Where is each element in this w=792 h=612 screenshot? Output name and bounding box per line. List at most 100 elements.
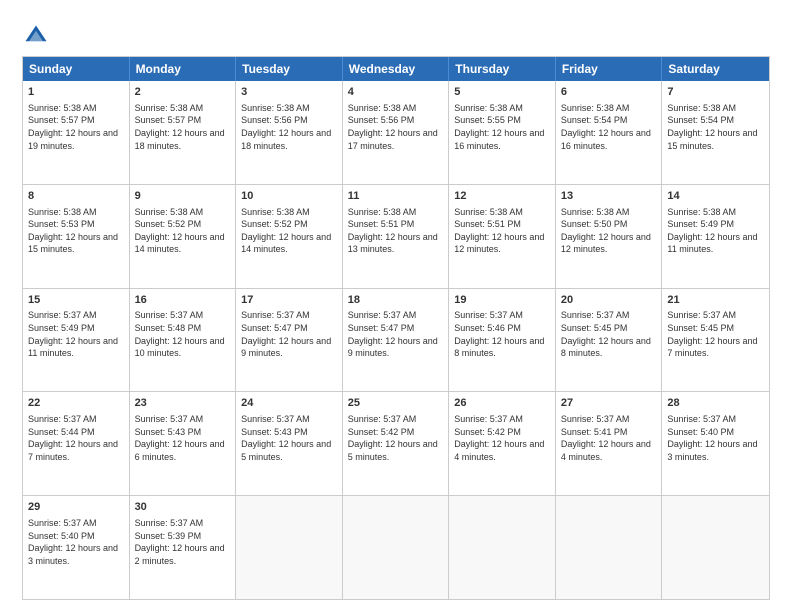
- day-number: 1: [28, 85, 124, 100]
- day-details: Sunrise: 5:37 AMSunset: 5:47 PMDaylight:…: [348, 310, 438, 358]
- day-details: Sunrise: 5:38 AMSunset: 5:49 PMDaylight:…: [667, 207, 757, 255]
- day-details: Sunrise: 5:37 AMSunset: 5:43 PMDaylight:…: [241, 414, 331, 462]
- calendar-cell-day-27: 27 Sunrise: 5:37 AMSunset: 5:41 PMDaylig…: [556, 392, 663, 495]
- day-number: 16: [135, 293, 231, 308]
- day-details: Sunrise: 5:38 AMSunset: 5:57 PMDaylight:…: [135, 103, 225, 151]
- calendar-cell-day-8: 8 Sunrise: 5:38 AMSunset: 5:53 PMDayligh…: [23, 185, 130, 288]
- logo: [22, 22, 54, 50]
- day-number: 18: [348, 293, 444, 308]
- calendar-cell-day-3: 3 Sunrise: 5:38 AMSunset: 5:56 PMDayligh…: [236, 81, 343, 184]
- calendar-header-monday: Monday: [130, 57, 237, 81]
- calendar-cell-day-24: 24 Sunrise: 5:37 AMSunset: 5:43 PMDaylig…: [236, 392, 343, 495]
- calendar-header: SundayMondayTuesdayWednesdayThursdayFrid…: [23, 57, 769, 81]
- day-number: 8: [28, 189, 124, 204]
- day-details: Sunrise: 5:38 AMSunset: 5:52 PMDaylight:…: [135, 207, 225, 255]
- day-details: Sunrise: 5:37 AMSunset: 5:45 PMDaylight:…: [561, 310, 651, 358]
- day-number: 14: [667, 189, 764, 204]
- calendar-cell-day-23: 23 Sunrise: 5:37 AMSunset: 5:43 PMDaylig…: [130, 392, 237, 495]
- day-number: 25: [348, 396, 444, 411]
- calendar-cell-day-13: 13 Sunrise: 5:38 AMSunset: 5:50 PMDaylig…: [556, 185, 663, 288]
- day-details: Sunrise: 5:37 AMSunset: 5:48 PMDaylight:…: [135, 310, 225, 358]
- day-details: Sunrise: 5:38 AMSunset: 5:54 PMDaylight:…: [667, 103, 757, 151]
- day-details: Sunrise: 5:38 AMSunset: 5:56 PMDaylight:…: [348, 103, 438, 151]
- day-details: Sunrise: 5:37 AMSunset: 5:43 PMDaylight:…: [135, 414, 225, 462]
- calendar: SundayMondayTuesdayWednesdayThursdayFrid…: [22, 56, 770, 600]
- calendar-cell-day-25: 25 Sunrise: 5:37 AMSunset: 5:42 PMDaylig…: [343, 392, 450, 495]
- day-details: Sunrise: 5:37 AMSunset: 5:42 PMDaylight:…: [454, 414, 544, 462]
- calendar-cell-day-10: 10 Sunrise: 5:38 AMSunset: 5:52 PMDaylig…: [236, 185, 343, 288]
- day-number: 23: [135, 396, 231, 411]
- calendar-cell-day-7: 7 Sunrise: 5:38 AMSunset: 5:54 PMDayligh…: [662, 81, 769, 184]
- day-number: 24: [241, 396, 337, 411]
- calendar-cell-day-19: 19 Sunrise: 5:37 AMSunset: 5:46 PMDaylig…: [449, 289, 556, 392]
- calendar-cell-day-1: 1 Sunrise: 5:38 AMSunset: 5:57 PMDayligh…: [23, 81, 130, 184]
- day-details: Sunrise: 5:37 AMSunset: 5:41 PMDaylight:…: [561, 414, 651, 462]
- calendar-cell-day-21: 21 Sunrise: 5:37 AMSunset: 5:45 PMDaylig…: [662, 289, 769, 392]
- day-number: 13: [561, 189, 657, 204]
- calendar-cell-day-30: 30 Sunrise: 5:37 AMSunset: 5:39 PMDaylig…: [130, 496, 237, 599]
- day-details: Sunrise: 5:37 AMSunset: 5:45 PMDaylight:…: [667, 310, 757, 358]
- calendar-cell-day-16: 16 Sunrise: 5:37 AMSunset: 5:48 PMDaylig…: [130, 289, 237, 392]
- calendar-header-thursday: Thursday: [449, 57, 556, 81]
- day-number: 4: [348, 85, 444, 100]
- calendar-cell-day-20: 20 Sunrise: 5:37 AMSunset: 5:45 PMDaylig…: [556, 289, 663, 392]
- day-number: 19: [454, 293, 550, 308]
- calendar-cell-day-14: 14 Sunrise: 5:38 AMSunset: 5:49 PMDaylig…: [662, 185, 769, 288]
- day-details: Sunrise: 5:38 AMSunset: 5:54 PMDaylight:…: [561, 103, 651, 151]
- day-details: Sunrise: 5:37 AMSunset: 5:42 PMDaylight:…: [348, 414, 438, 462]
- calendar-cell-empty: [343, 496, 450, 599]
- calendar-cell-day-12: 12 Sunrise: 5:38 AMSunset: 5:51 PMDaylig…: [449, 185, 556, 288]
- day-number: 21: [667, 293, 764, 308]
- day-number: 29: [28, 500, 124, 515]
- day-details: Sunrise: 5:38 AMSunset: 5:51 PMDaylight:…: [348, 207, 438, 255]
- day-details: Sunrise: 5:38 AMSunset: 5:57 PMDaylight:…: [28, 103, 118, 151]
- day-number: 30: [135, 500, 231, 515]
- calendar-cell-day-29: 29 Sunrise: 5:37 AMSunset: 5:40 PMDaylig…: [23, 496, 130, 599]
- page: SundayMondayTuesdayWednesdayThursdayFrid…: [0, 0, 792, 612]
- day-details: Sunrise: 5:37 AMSunset: 5:39 PMDaylight:…: [135, 518, 225, 566]
- day-number: 9: [135, 189, 231, 204]
- calendar-cell-day-17: 17 Sunrise: 5:37 AMSunset: 5:47 PMDaylig…: [236, 289, 343, 392]
- day-details: Sunrise: 5:38 AMSunset: 5:56 PMDaylight:…: [241, 103, 331, 151]
- day-details: Sunrise: 5:37 AMSunset: 5:44 PMDaylight:…: [28, 414, 118, 462]
- calendar-cell-empty: [236, 496, 343, 599]
- day-details: Sunrise: 5:38 AMSunset: 5:52 PMDaylight:…: [241, 207, 331, 255]
- calendar-header-wednesday: Wednesday: [343, 57, 450, 81]
- calendar-header-sunday: Sunday: [23, 57, 130, 81]
- day-number: 17: [241, 293, 337, 308]
- calendar-cell-empty: [449, 496, 556, 599]
- calendar-cell-day-2: 2 Sunrise: 5:38 AMSunset: 5:57 PMDayligh…: [130, 81, 237, 184]
- calendar-cell-day-5: 5 Sunrise: 5:38 AMSunset: 5:55 PMDayligh…: [449, 81, 556, 184]
- day-number: 28: [667, 396, 764, 411]
- calendar-week-3: 15 Sunrise: 5:37 AMSunset: 5:49 PMDaylig…: [23, 288, 769, 392]
- day-number: 2: [135, 85, 231, 100]
- calendar-week-5: 29 Sunrise: 5:37 AMSunset: 5:40 PMDaylig…: [23, 495, 769, 599]
- calendar-cell-day-15: 15 Sunrise: 5:37 AMSunset: 5:49 PMDaylig…: [23, 289, 130, 392]
- calendar-cell-empty: [662, 496, 769, 599]
- day-details: Sunrise: 5:38 AMSunset: 5:51 PMDaylight:…: [454, 207, 544, 255]
- header: [22, 18, 770, 50]
- calendar-cell-day-26: 26 Sunrise: 5:37 AMSunset: 5:42 PMDaylig…: [449, 392, 556, 495]
- day-number: 5: [454, 85, 550, 100]
- calendar-cell-day-11: 11 Sunrise: 5:38 AMSunset: 5:51 PMDaylig…: [343, 185, 450, 288]
- calendar-cell-day-22: 22 Sunrise: 5:37 AMSunset: 5:44 PMDaylig…: [23, 392, 130, 495]
- day-details: Sunrise: 5:38 AMSunset: 5:50 PMDaylight:…: [561, 207, 651, 255]
- calendar-cell-day-9: 9 Sunrise: 5:38 AMSunset: 5:52 PMDayligh…: [130, 185, 237, 288]
- day-number: 22: [28, 396, 124, 411]
- calendar-week-1: 1 Sunrise: 5:38 AMSunset: 5:57 PMDayligh…: [23, 81, 769, 184]
- day-number: 27: [561, 396, 657, 411]
- logo-icon: [22, 22, 50, 50]
- day-details: Sunrise: 5:38 AMSunset: 5:55 PMDaylight:…: [454, 103, 544, 151]
- calendar-cell-empty: [556, 496, 663, 599]
- day-details: Sunrise: 5:38 AMSunset: 5:53 PMDaylight:…: [28, 207, 118, 255]
- day-details: Sunrise: 5:37 AMSunset: 5:46 PMDaylight:…: [454, 310, 544, 358]
- day-number: 20: [561, 293, 657, 308]
- day-number: 12: [454, 189, 550, 204]
- calendar-cell-day-6: 6 Sunrise: 5:38 AMSunset: 5:54 PMDayligh…: [556, 81, 663, 184]
- day-number: 26: [454, 396, 550, 411]
- calendar-cell-day-18: 18 Sunrise: 5:37 AMSunset: 5:47 PMDaylig…: [343, 289, 450, 392]
- day-details: Sunrise: 5:37 AMSunset: 5:47 PMDaylight:…: [241, 310, 331, 358]
- calendar-header-saturday: Saturday: [662, 57, 769, 81]
- day-number: 3: [241, 85, 337, 100]
- day-details: Sunrise: 5:37 AMSunset: 5:40 PMDaylight:…: [667, 414, 757, 462]
